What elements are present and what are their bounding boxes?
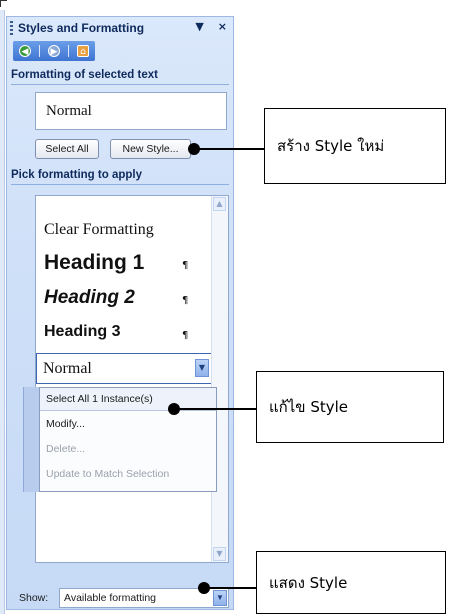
callout-leader-line xyxy=(196,148,264,150)
forward-icon[interactable]: ▶ xyxy=(48,45,60,57)
menu-item-select-all-instances[interactable]: Select All 1 Instance(s) xyxy=(46,393,153,405)
style-context-menu: Select All 1 Instance(s) Modify... Delet… xyxy=(39,387,217,492)
scroll-up-icon[interactable]: ▲ xyxy=(213,197,226,211)
pane-title: Styles and Formatting xyxy=(18,21,145,35)
paragraph-mark-icon: ¶ xyxy=(182,260,189,271)
close-pane-button[interactable]: × xyxy=(218,20,227,33)
pane-titlebar: Styles and Formatting ▼ × xyxy=(7,17,233,39)
callout-leader-line xyxy=(206,587,256,589)
nav-separator xyxy=(39,45,40,57)
new-style-button[interactable]: New Style... xyxy=(110,139,191,159)
callout-new-style: สร้าง Style ใหม่ xyxy=(264,108,446,184)
style-normal-selected[interactable]: Normal ▼ xyxy=(36,353,212,384)
section-divider xyxy=(11,84,229,85)
scroll-down-icon[interactable]: ▼ xyxy=(213,547,226,561)
callout-show-style: แสดง Style xyxy=(256,551,446,614)
page-corner-mark xyxy=(0,0,7,7)
section-divider xyxy=(11,184,229,185)
paragraph-mark-icon: ¶ xyxy=(182,330,189,341)
context-menu-accent xyxy=(23,387,40,492)
style-clear-formatting[interactable]: Clear Formatting xyxy=(44,221,154,239)
styles-list: Clear Formatting Heading 1 ¶ Heading 2 ¶… xyxy=(35,195,229,563)
grip-handle-icon[interactable] xyxy=(10,21,13,35)
nav-separator xyxy=(68,45,69,57)
select-all-button[interactable]: Select All xyxy=(35,139,99,159)
menu-item-delete: Delete... xyxy=(46,443,86,455)
style-heading-3[interactable]: Heading 3 xyxy=(44,323,120,341)
pane-navigation-bar: ◀ ▶ ⌂ xyxy=(13,41,95,61)
menu-item-modify[interactable]: Modify... xyxy=(46,418,85,430)
style-heading-2[interactable]: Heading 2 xyxy=(44,287,135,309)
chevron-down-icon[interactable]: ▼ xyxy=(213,590,227,606)
menu-item-update-to-match: Update to Match Selection xyxy=(46,468,170,480)
style-normal-label: Normal xyxy=(43,360,92,377)
style-heading-1[interactable]: Heading 1 xyxy=(44,251,144,275)
pane-menu-button[interactable]: ▼ xyxy=(195,20,203,33)
pick-formatting-heading: Pick formatting to apply xyxy=(11,169,142,181)
back-icon[interactable]: ◀ xyxy=(19,45,31,57)
selected-text-format-box: Normal xyxy=(35,92,227,130)
show-select-value: Available formatting xyxy=(64,592,157,604)
chevron-down-icon[interactable]: ▼ xyxy=(195,359,209,377)
show-label: Show: xyxy=(19,592,49,604)
selected-format-value: Normal xyxy=(46,103,92,119)
paragraph-mark-icon: ¶ xyxy=(182,295,189,306)
callout-modify-style: แก้ไข Style xyxy=(256,371,444,443)
styles-list-scrollbar[interactable]: ▲ ▼ xyxy=(211,196,228,562)
formatting-selected-heading: Formatting of selected text xyxy=(11,69,158,81)
callout-leader-line xyxy=(176,408,256,410)
document-edge xyxy=(0,10,5,614)
home-icon[interactable]: ⌂ xyxy=(77,45,89,57)
styles-formatting-pane: Styles and Formatting ▼ × ◀ ▶ ⌂ Formatti… xyxy=(6,16,234,610)
